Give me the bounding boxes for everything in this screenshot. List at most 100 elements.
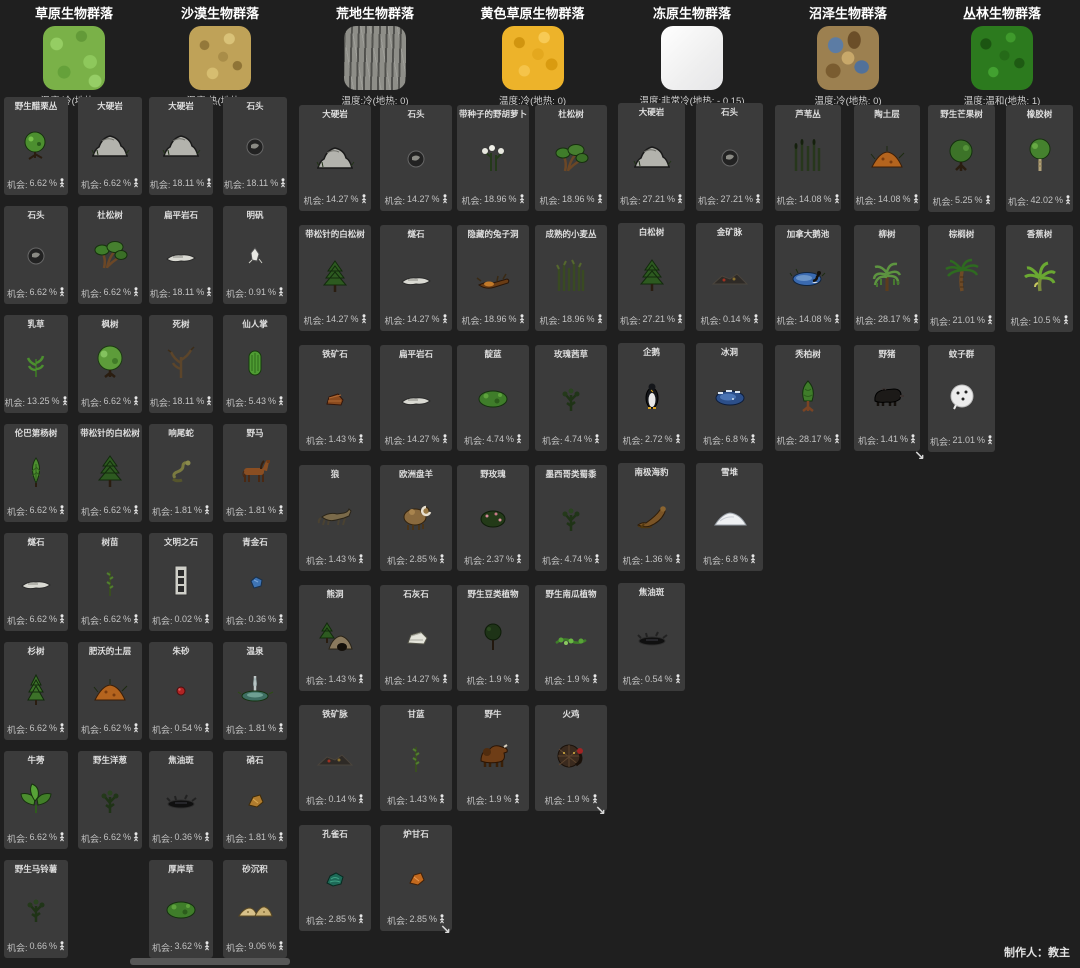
- item-card[interactable]: 野牛机会:1.9%: [457, 705, 529, 811]
- item-card[interactable]: 陶土层机会:14.08%: [854, 105, 920, 211]
- item-card[interactable]: 野生芒果树机会:5.25%: [928, 105, 995, 212]
- item-card[interactable]: 石灰石机会:14.27%: [380, 585, 452, 691]
- item-card[interactable]: 带松针的白松树机会:6.62%: [78, 424, 142, 522]
- item-card[interactable]: 野生醋栗丛机会:6.62%: [4, 97, 68, 195]
- item-card[interactable]: 石头机会:27.21%: [696, 103, 763, 211]
- item-card[interactable]: 死树机会:18.11%: [149, 315, 213, 413]
- biome-swatch: [817, 26, 879, 90]
- chance-value: 1.81: [248, 505, 266, 515]
- item-card[interactable]: 焦油斑机会:0.54%: [618, 583, 685, 691]
- item-card[interactable]: 野生南瓜植物机会:1.9%: [535, 585, 607, 691]
- item-card[interactable]: 橡胶树机会:42.02%: [1006, 105, 1073, 212]
- item-card[interactable]: 乳草机会:13.25%: [4, 315, 68, 413]
- item-card[interactable]: 成熟的小麦丛机会:18.96%: [535, 225, 607, 331]
- item-card[interactable]: 隐藏的兔子洞机会:18.96%: [457, 225, 529, 331]
- item-card[interactable]: 大硬岩机会:6.62%: [78, 97, 142, 195]
- item-card[interactable]: 石头机会:18.11%: [223, 97, 287, 195]
- percent-sign: %: [351, 194, 359, 204]
- item-card[interactable]: 狼机会:1.43%: [299, 465, 371, 571]
- item-card[interactable]: 南极海豹机会:1.36%: [618, 463, 685, 571]
- item-card[interactable]: 野马机会:1.81%: [223, 424, 287, 522]
- item-card[interactable]: 扁平岩石机会:14.27%: [380, 345, 452, 451]
- item-card[interactable]: 冰洞机会:6.8%: [696, 343, 763, 451]
- dark-plant-icon: [551, 480, 591, 554]
- resize-handle-icon[interactable]: ↘: [595, 803, 606, 819]
- item-card[interactable]: 燧石机会:14.27%: [380, 225, 452, 331]
- chance-label: 机会:: [306, 914, 327, 927]
- item-chance: 机会:14.27%: [383, 434, 448, 447]
- item-card[interactable]: 野生豆类植物机会:1.9%: [457, 585, 529, 691]
- item-card[interactable]: 厚岸草机会:3.62%: [149, 860, 213, 958]
- item-card[interactable]: 炉甘石机会:2.85%: [380, 825, 452, 931]
- item-card[interactable]: 野生马铃薯机会:0.66%: [4, 860, 68, 958]
- item-card[interactable]: 带种子的野胡萝卜机会:18.96%: [457, 105, 529, 211]
- item-card[interactable]: 大硬岩机会:27.21%: [618, 103, 685, 211]
- item-card[interactable]: 杜松树机会:6.62%: [78, 206, 142, 304]
- item-card[interactable]: 伦巴第杨树机会:6.62%: [4, 424, 68, 522]
- item-card[interactable]: 焦油斑机会:0.36%: [149, 751, 213, 849]
- item-card[interactable]: 芦苇丛机会:14.08%: [775, 105, 841, 211]
- item-card[interactable]: 加拿大鹅池机会:14.08%: [775, 225, 841, 331]
- item-card[interactable]: 墨西哥类蜀黍机会:4.74%: [535, 465, 607, 571]
- item-card[interactable]: 甘蓝机会:1.43%: [380, 705, 452, 811]
- item-card[interactable]: 玫瑰茜草机会:4.74%: [535, 345, 607, 451]
- chance-value: 0.14: [328, 794, 346, 804]
- item-card[interactable]: 燧石机会:6.62%: [4, 533, 68, 631]
- item-name: 熊洞: [326, 590, 343, 600]
- item-card[interactable]: 树苗机会:6.62%: [78, 533, 142, 631]
- item-card[interactable]: 青金石机会:0.36%: [223, 533, 287, 631]
- item-card[interactable]: 杉树机会:6.62%: [4, 642, 68, 740]
- person-icon: [133, 287, 139, 299]
- item-card[interactable]: 带松针的白松树机会:14.27%: [299, 225, 371, 331]
- item-card[interactable]: 野玫瑰机会:2.37%: [457, 465, 529, 571]
- item-card[interactable]: 熊洞机会:1.43%: [299, 585, 371, 691]
- percent-sign: %: [667, 314, 675, 324]
- item-card[interactable]: 企鹅机会:2.72%: [618, 343, 685, 451]
- item-card[interactable]: 肥沃的土层机会:6.62%: [78, 642, 142, 740]
- item-card[interactable]: 野生洋葱机会:6.62%: [78, 751, 142, 849]
- item-card[interactable]: 铁矿脉机会:0.14%: [299, 705, 371, 811]
- chance-value: 1.43: [328, 674, 346, 684]
- item-card[interactable]: 朱砂机会:0.54%: [149, 642, 213, 740]
- item-card[interactable]: 野猪机会:1.41%: [854, 345, 920, 451]
- item-card[interactable]: 棕榈树机会:21.01%: [928, 225, 995, 332]
- item-chance: 机会:1.81%: [151, 505, 211, 518]
- stone-icon: [235, 112, 275, 178]
- item-card[interactable]: 蚊子群机会:21.01%: [928, 345, 995, 452]
- item-card[interactable]: 欧洲盘羊机会:2.85%: [380, 465, 452, 571]
- item-card[interactable]: 秃柏树机会:28.17%: [775, 345, 841, 451]
- item-card[interactable]: 石头机会:14.27%: [380, 105, 452, 211]
- resize-handle-icon[interactable]: ↘: [440, 922, 451, 938]
- item-card[interactable]: 仙人掌机会:5.43%: [223, 315, 287, 413]
- horizontal-scrollbar[interactable]: [130, 958, 290, 965]
- item-card[interactable]: 大硬岩机会:18.11%: [149, 97, 213, 195]
- item-card[interactable]: 文明之石机会:0.02%: [149, 533, 213, 631]
- item-card[interactable]: 硝石机会:1.81%: [223, 751, 287, 849]
- item-card[interactable]: 扁平岩石机会:18.11%: [149, 206, 213, 304]
- item-card[interactable]: 铁矿石机会:1.43%: [299, 345, 371, 451]
- item-card[interactable]: 明矾机会:0.91%: [223, 206, 287, 304]
- item-card[interactable]: 白松树机会:27.21%: [618, 223, 685, 331]
- percent-sign: %: [745, 194, 753, 204]
- item-card[interactable]: 柳树机会:28.17%: [854, 225, 920, 331]
- item-card[interactable]: 雪堆机会:6.8%: [696, 463, 763, 571]
- item-card[interactable]: 石头机会:6.62%: [4, 206, 68, 304]
- item-card[interactable]: 杜松树机会:18.96%: [535, 105, 607, 211]
- item-name: 甘蓝: [407, 710, 424, 720]
- item-card[interactable]: 砂沉积机会:9.06%: [223, 860, 287, 958]
- item-card[interactable]: 孔雀石机会:2.85%: [299, 825, 371, 931]
- bush-green-icon: [161, 875, 201, 941]
- item-card[interactable]: 金矿脉机会:0.14%: [696, 223, 763, 331]
- item-card[interactable]: 大硬岩机会:14.27%: [299, 105, 371, 211]
- item-card[interactable]: 靛蓝机会:4.74%: [457, 345, 529, 451]
- item-card[interactable]: 温泉机会:1.81%: [223, 642, 287, 740]
- item-card[interactable]: 牛蒡机会:6.62%: [4, 751, 68, 849]
- chance-label: 机会:: [698, 194, 719, 207]
- chance-value: 27.21: [720, 194, 743, 204]
- resize-handle-icon[interactable]: ↘: [914, 448, 925, 464]
- item-card[interactable]: 响尾蛇机会:1.81%: [149, 424, 213, 522]
- item-card[interactable]: 火鸡机会:1.9%: [535, 705, 607, 811]
- chance-label: 机会:: [703, 554, 724, 567]
- item-card[interactable]: 枫树机会:6.62%: [78, 315, 142, 413]
- item-card[interactable]: 香蕉树机会:10.5%: [1006, 225, 1073, 332]
